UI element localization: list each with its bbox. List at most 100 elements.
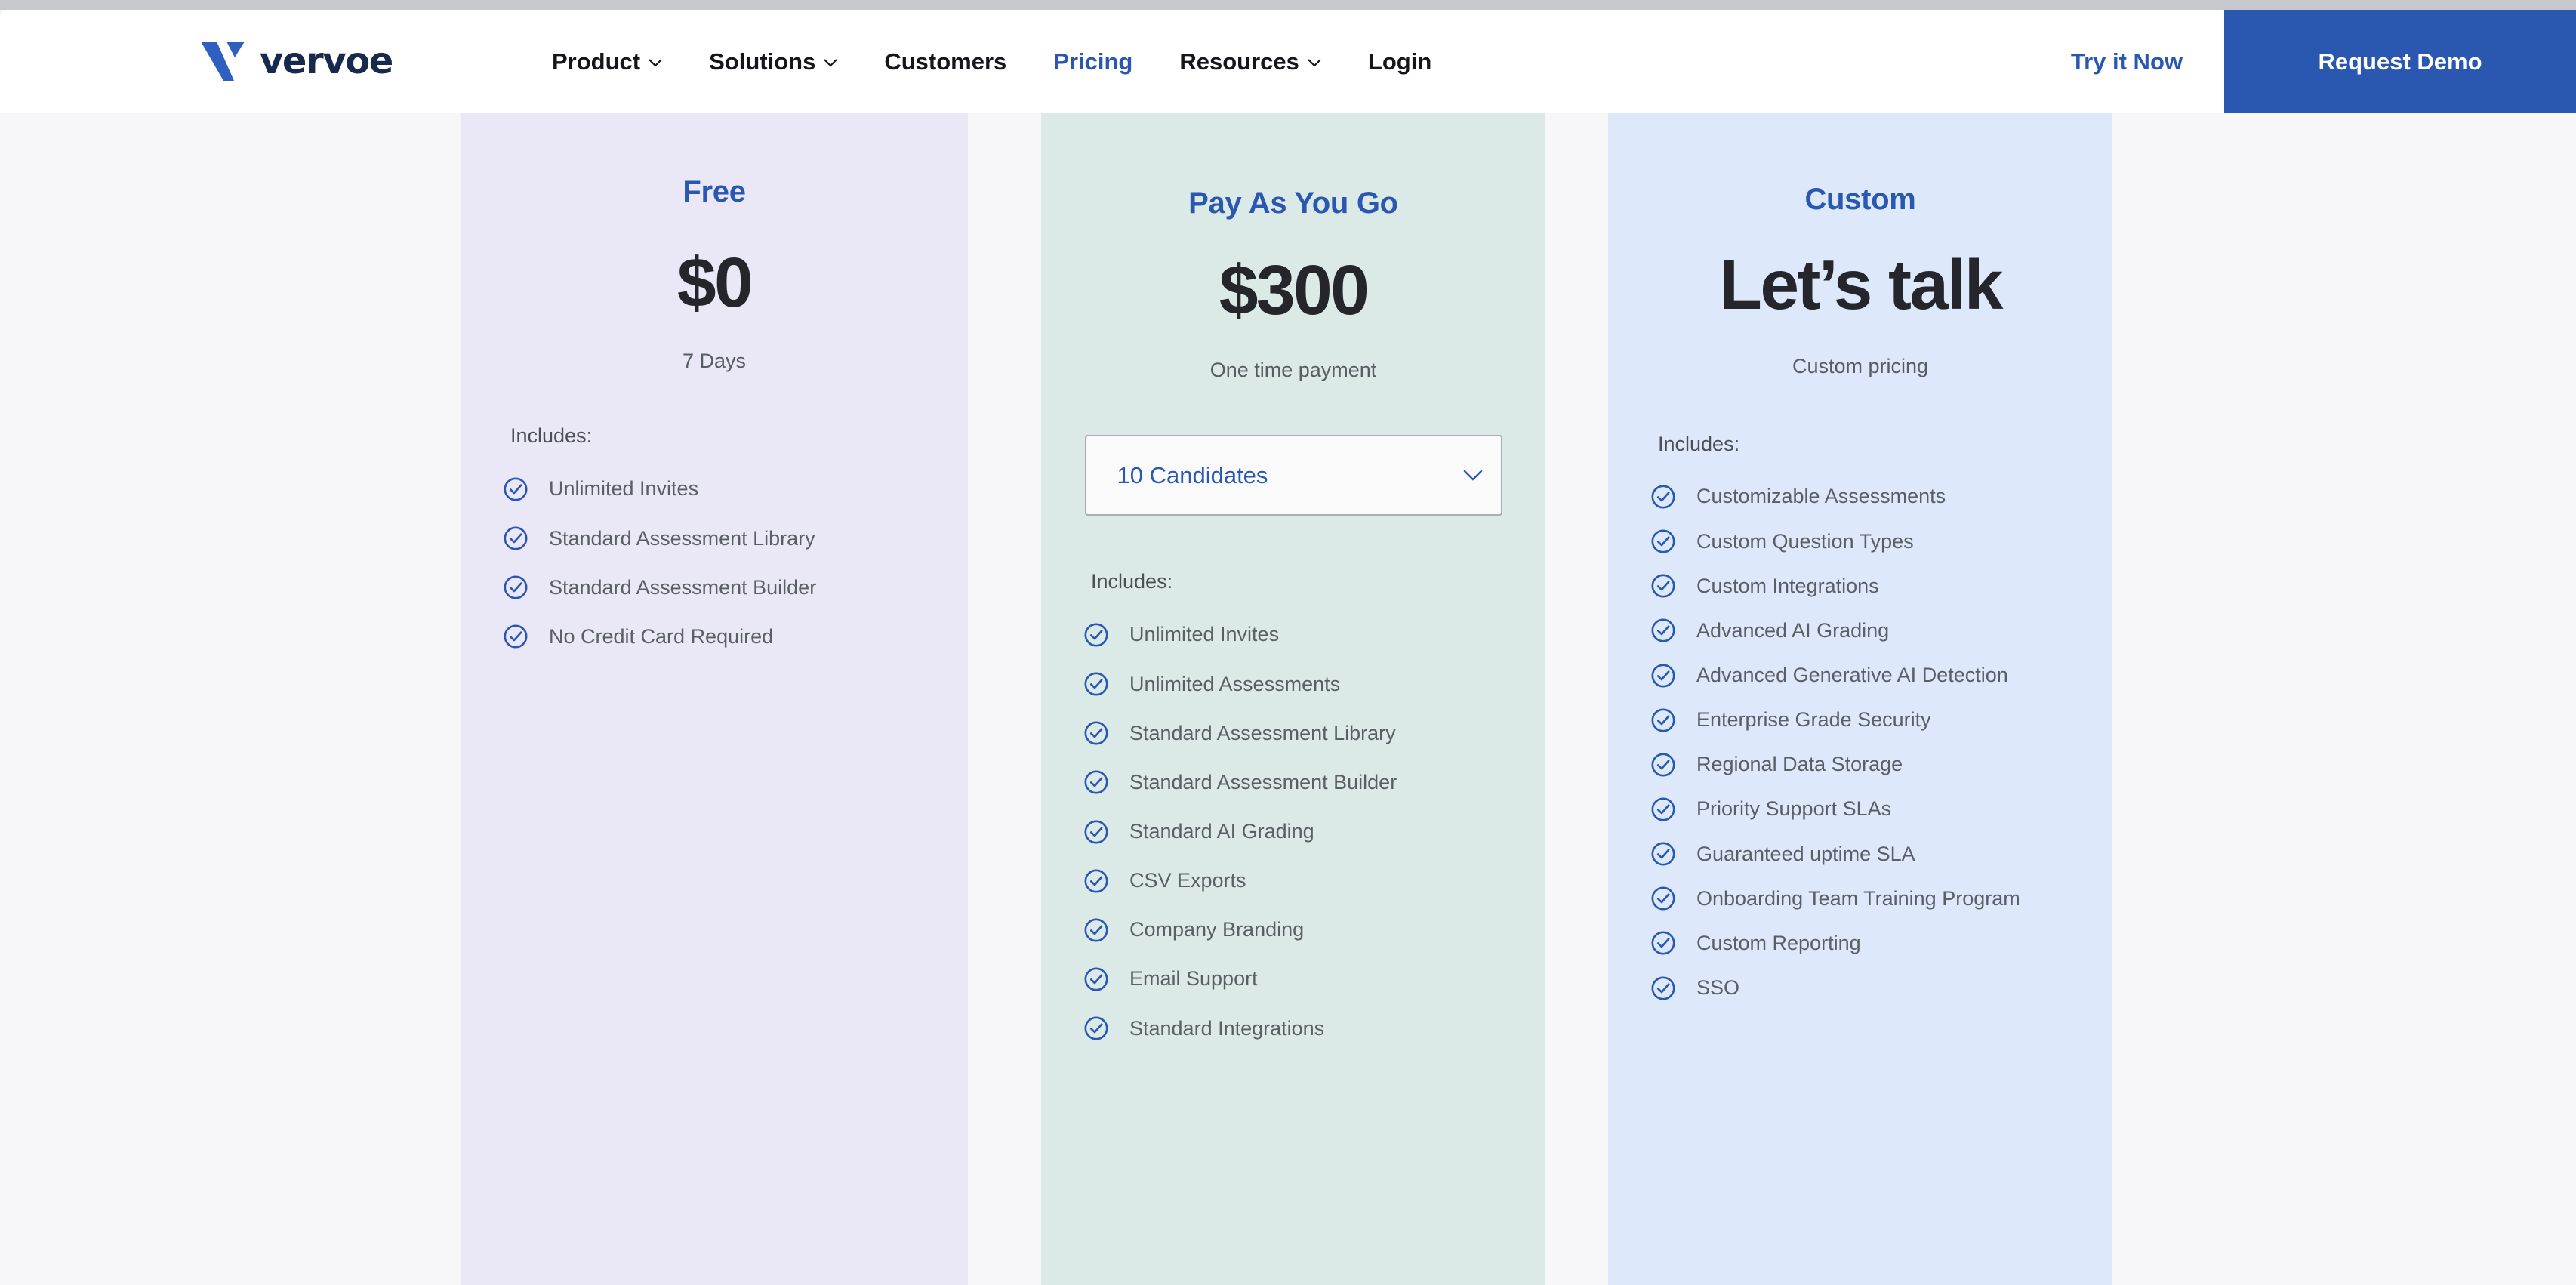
try-it-now-link[interactable]: Try it Now (2029, 10, 2224, 113)
feature-list: Unlimited Invites Standard Assessment Li… (503, 464, 942, 661)
nav-item-product[interactable]: Product (528, 50, 686, 73)
nav-item-login[interactable]: Login (1345, 50, 1455, 73)
pricing-plans-row: Free $0 7 Days Includes: Unlimited Invit… (0, 113, 2576, 1285)
nav-label: Solutions (709, 48, 816, 75)
plan-name: Free (683, 175, 746, 208)
check-circle-icon (1084, 623, 1108, 647)
check-circle-icon (504, 526, 528, 550)
feature-item: Advanced Generative AI Detection (1650, 653, 2087, 698)
header-actions: Try it Now Request Demo (2029, 10, 2576, 113)
feature-item: Standard Assessment Library (1083, 709, 1520, 758)
plan-card-pay-as-you-go: Pay As You Go $300 One time payment 10 C… (1041, 113, 1545, 1285)
feature-item: Guaranteed uptime SLA (1650, 832, 2087, 877)
nav-item-pricing[interactable]: Pricing (1030, 50, 1156, 73)
check-circle-icon (1084, 1016, 1108, 1040)
check-circle-icon (1651, 618, 1675, 642)
feature-item: Priority Support SLAs (1650, 787, 2087, 831)
feature-item: Advanced AI Grading (1650, 609, 2087, 653)
feature-label: Custom Integrations (1696, 574, 1879, 597)
feature-item: Custom Integrations (1650, 564, 2087, 609)
check-circle-icon (1651, 931, 1675, 955)
feature-item: Standard AI Grading (1083, 807, 1520, 856)
candidate-count-select[interactable]: 10 Candidates 25 Candidates 50 Candidate… (1084, 435, 1502, 516)
nav-label: Pricing (1053, 48, 1133, 75)
feature-label: No Credit Card Required (549, 624, 774, 648)
feature-label: Email Support (1129, 967, 1258, 991)
logo-wordmark: vervoe (260, 40, 393, 82)
feature-item: Customizable Assessments (1650, 474, 2087, 519)
chevron-down-icon (649, 58, 662, 67)
feature-label: Standard AI Grading (1129, 820, 1314, 843)
feature-label: Standard Assessment Builder (1129, 770, 1397, 793)
feature-item: Company Branding (1083, 905, 1520, 954)
nav-label: Resources (1179, 48, 1299, 75)
check-circle-icon (1651, 485, 1675, 509)
check-circle-icon (1651, 753, 1675, 777)
nav-label: Product (552, 48, 641, 75)
check-circle-icon (1651, 664, 1675, 688)
feature-label: Enterprise Grade Security (1696, 708, 1931, 732)
check-circle-icon (1084, 918, 1108, 942)
feature-item: Custom Question Types (1650, 519, 2087, 564)
includes-block: Includes: Unlimited Invites (1041, 569, 1545, 1052)
check-circle-icon (504, 477, 528, 501)
includes-label: Includes: (510, 424, 593, 448)
feature-label: Standard Assessment Library (1129, 721, 1396, 744)
feature-label: Advanced AI Grading (1696, 618, 1890, 642)
plan-card-custom: Custom Let’s talk Custom pricing Include… (1608, 113, 2112, 1285)
chevron-down-icon (1308, 58, 1321, 67)
check-circle-icon (1084, 770, 1108, 794)
check-circle-icon (1651, 842, 1675, 866)
feature-item: Email Support (1083, 954, 1520, 1003)
feature-item: CSV Exports (1083, 856, 1520, 905)
chevron-down-icon (824, 58, 838, 67)
nav-item-solutions[interactable]: Solutions (686, 50, 861, 73)
request-demo-button[interactable]: Request Demo (2224, 10, 2576, 113)
nav-item-customers[interactable]: Customers (861, 50, 1030, 73)
pricing-page: vervoe Product Solutions Customers Prici… (0, 10, 2576, 1285)
check-circle-icon (504, 624, 528, 649)
plan-price: Let’s talk (1719, 245, 2003, 324)
plan-price: $0 (676, 243, 753, 322)
check-circle-icon (1651, 797, 1675, 821)
feature-item: Standard Assessment Library (503, 514, 942, 563)
feature-label: Standard Assessment Library (549, 526, 815, 550)
browser-chrome-strip (0, 0, 2576, 10)
feature-label: Advanced Generative AI Detection (1696, 664, 2008, 687)
includes-label: Includes: (1658, 433, 1740, 456)
plan-name: Custom (1804, 183, 1916, 216)
feature-label: SSO (1696, 976, 1740, 1000)
feature-item: SSO (1650, 966, 2087, 1010)
feature-label: Unlimited Invites (1129, 623, 1280, 646)
feature-label: Unlimited Invites (549, 477, 699, 501)
nav-item-resources[interactable]: Resources (1156, 50, 1345, 73)
check-circle-icon (1651, 886, 1675, 911)
feature-item: Standard Assessment Builder (503, 563, 942, 612)
feature-label: Custom Question Types (1696, 529, 1914, 553)
check-circle-icon (1651, 529, 1675, 553)
feature-label: Standard Integrations (1129, 1016, 1325, 1040)
check-circle-icon (1084, 967, 1108, 991)
check-circle-icon (1084, 721, 1108, 745)
feature-label: Unlimited Assessments (1129, 672, 1341, 695)
feature-label: Guaranteed uptime SLA (1696, 842, 1915, 865)
check-circle-icon (1651, 574, 1675, 598)
feature-label: Onboarding Team Training Program (1696, 886, 2020, 910)
feature-label: Standard Assessment Builder (549, 575, 817, 599)
feature-item: No Credit Card Required (503, 612, 942, 661)
nav-label: Customers (884, 48, 1007, 75)
plan-note: 7 Days (682, 350, 747, 373)
check-circle-icon (1651, 976, 1675, 1000)
plan-card-free: Free $0 7 Days Includes: Unlimited Invit… (461, 113, 968, 1285)
vervoe-logo[interactable]: vervoe (199, 39, 393, 84)
plan-note: Custom pricing (1792, 355, 1929, 378)
plan-note: One time payment (1209, 359, 1377, 382)
check-circle-icon (504, 575, 528, 599)
feature-item: Standard Assessment Builder (1083, 758, 1520, 807)
vervoe-v-mark-icon (201, 42, 245, 81)
feature-list: Customizable Assessments Custom Question… (1650, 474, 2087, 1010)
plan-price: $300 (1219, 251, 1370, 329)
includes-block: Includes: Unlimited Invites (461, 423, 968, 661)
check-circle-icon (1084, 869, 1108, 893)
check-circle-icon (1651, 708, 1675, 732)
